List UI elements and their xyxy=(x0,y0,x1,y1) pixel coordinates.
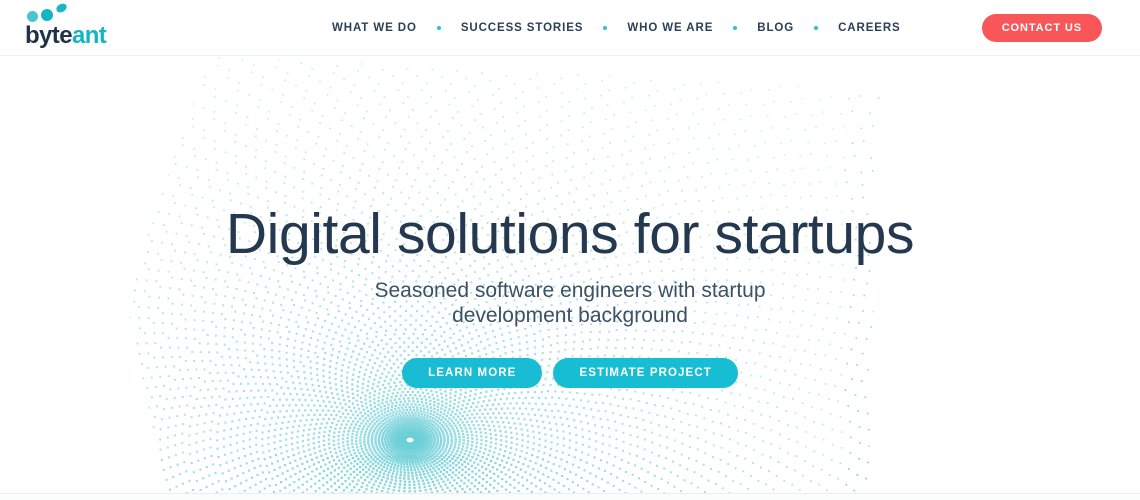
nav-separator-dot-icon-1 xyxy=(436,26,441,30)
contact-us-button[interactable]: CONTACT US xyxy=(981,14,1102,42)
logo-wordmark: byteant xyxy=(25,24,145,48)
learn-more-button[interactable]: LEARN MORE xyxy=(402,358,543,388)
nav-item-what-we-do[interactable]: WHAT WE DO xyxy=(320,22,429,34)
logo[interactable]: byteant xyxy=(25,1,145,50)
hero-content: Digital solutions for startups Seasoned … xyxy=(0,56,1140,493)
logo-dot-icon-1 xyxy=(27,11,38,22)
page-bottom-strip xyxy=(0,494,1140,500)
logo-dot-icon-2 xyxy=(41,9,53,21)
hero-section: Digital solutions for startups Seasoned … xyxy=(0,56,1140,493)
logo-dot-icon-3 xyxy=(54,1,69,15)
nav-item-careers[interactable]: CAREERS xyxy=(826,22,913,34)
nav-separator-dot-icon-4 xyxy=(814,26,819,30)
section-divider xyxy=(0,493,1140,494)
hero-subtitle: Seasoned software engineers with startup… xyxy=(374,279,766,327)
nav-separator-dot-icon-2 xyxy=(603,26,608,30)
nav-item-blog[interactable]: BLOG xyxy=(745,22,806,34)
logo-text-primary: byte xyxy=(25,22,73,49)
hero-title: Digital solutions for startups xyxy=(225,202,915,266)
hero-action-buttons: LEARN MORE ESTIMATE PROJECT xyxy=(402,358,738,388)
site-header: byteant WHAT WE DO SUCCESS STORIES WHO W… xyxy=(0,0,1140,56)
estimate-project-button[interactable]: ESTIMATE PROJECT xyxy=(553,358,738,388)
logo-text-accent: ant xyxy=(71,22,107,49)
main-navigation: WHAT WE DO SUCCESS STORIES WHO WE ARE BL… xyxy=(320,0,913,56)
nav-item-success-stories[interactable]: SUCCESS STORIES xyxy=(449,22,596,34)
logo-dots-group xyxy=(27,1,87,22)
page-root: byteant WHAT WE DO SUCCESS STORIES WHO W… xyxy=(0,0,1140,500)
nav-item-who-we-are[interactable]: WHO WE ARE xyxy=(615,22,725,34)
nav-separator-dot-icon-3 xyxy=(733,26,738,30)
